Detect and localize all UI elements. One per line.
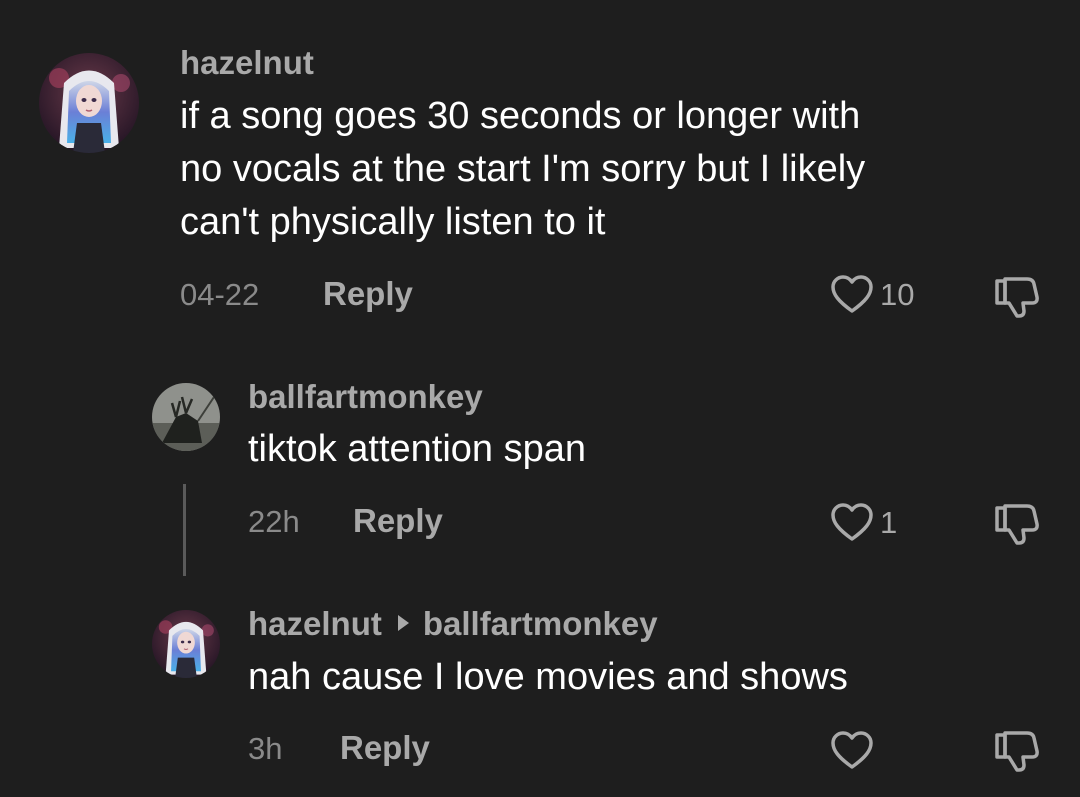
- avatar[interactable]: [39, 53, 139, 153]
- comment-text: if a song goes 30 seconds or longer with…: [180, 90, 865, 249]
- anime-girl-avatar-icon: [39, 53, 139, 153]
- reply-author[interactable]: hazelnut: [248, 605, 382, 642]
- reply-text: tiktok attention span: [248, 428, 586, 470]
- avatar[interactable]: [152, 610, 220, 678]
- avatar[interactable]: [152, 383, 220, 451]
- comment-text-line: no vocals at the start I'm sorry but I l…: [180, 148, 866, 190]
- reply-button[interactable]: Reply: [323, 277, 413, 310]
- reply-timestamp: 22h: [248, 504, 300, 539]
- reply-button[interactable]: Reply: [340, 731, 430, 764]
- like-count: 1: [880, 504, 898, 540]
- dark-creature-avatar-icon: [152, 383, 220, 451]
- like-button[interactable]: [830, 730, 880, 770]
- reply-username: hazelnut ballfartmonkey: [248, 607, 658, 640]
- dislike-button[interactable]: [993, 275, 1041, 319]
- thumbs-down-icon: [995, 504, 1039, 545]
- caret-right-icon: [397, 615, 409, 632]
- reply-timestamp: 3h: [248, 731, 283, 766]
- like-button[interactable]: 10: [830, 274, 914, 314]
- heart-icon: [831, 275, 873, 313]
- comment-text-line: can't physically listen to it: [180, 201, 606, 243]
- heart-icon: [831, 731, 873, 769]
- thumbs-down-icon: [995, 277, 1039, 318]
- comment-timestamp: 04-22: [180, 277, 260, 312]
- thread-line: [183, 484, 186, 576]
- like-button[interactable]: 1: [830, 502, 897, 542]
- anime-girl-avatar-icon: [152, 610, 220, 678]
- reply-to-username[interactable]: ballfartmonkey: [423, 605, 658, 642]
- comments-panel: hazelnut if a song goes 30 seconds or lo…: [0, 0, 1080, 797]
- dislike-button[interactable]: [993, 729, 1041, 773]
- reply-button[interactable]: Reply: [353, 504, 443, 537]
- reply-text: nah cause I love movies and shows: [248, 656, 848, 698]
- reply-username[interactable]: ballfartmonkey: [248, 380, 483, 413]
- comment-text-line: if a song goes 30 seconds or longer with: [180, 95, 861, 137]
- comment-username[interactable]: hazelnut: [180, 46, 314, 79]
- like-count: 10: [880, 276, 915, 312]
- thumbs-down-icon: [995, 731, 1039, 772]
- heart-icon: [831, 503, 873, 541]
- dislike-button[interactable]: [993, 502, 1041, 546]
